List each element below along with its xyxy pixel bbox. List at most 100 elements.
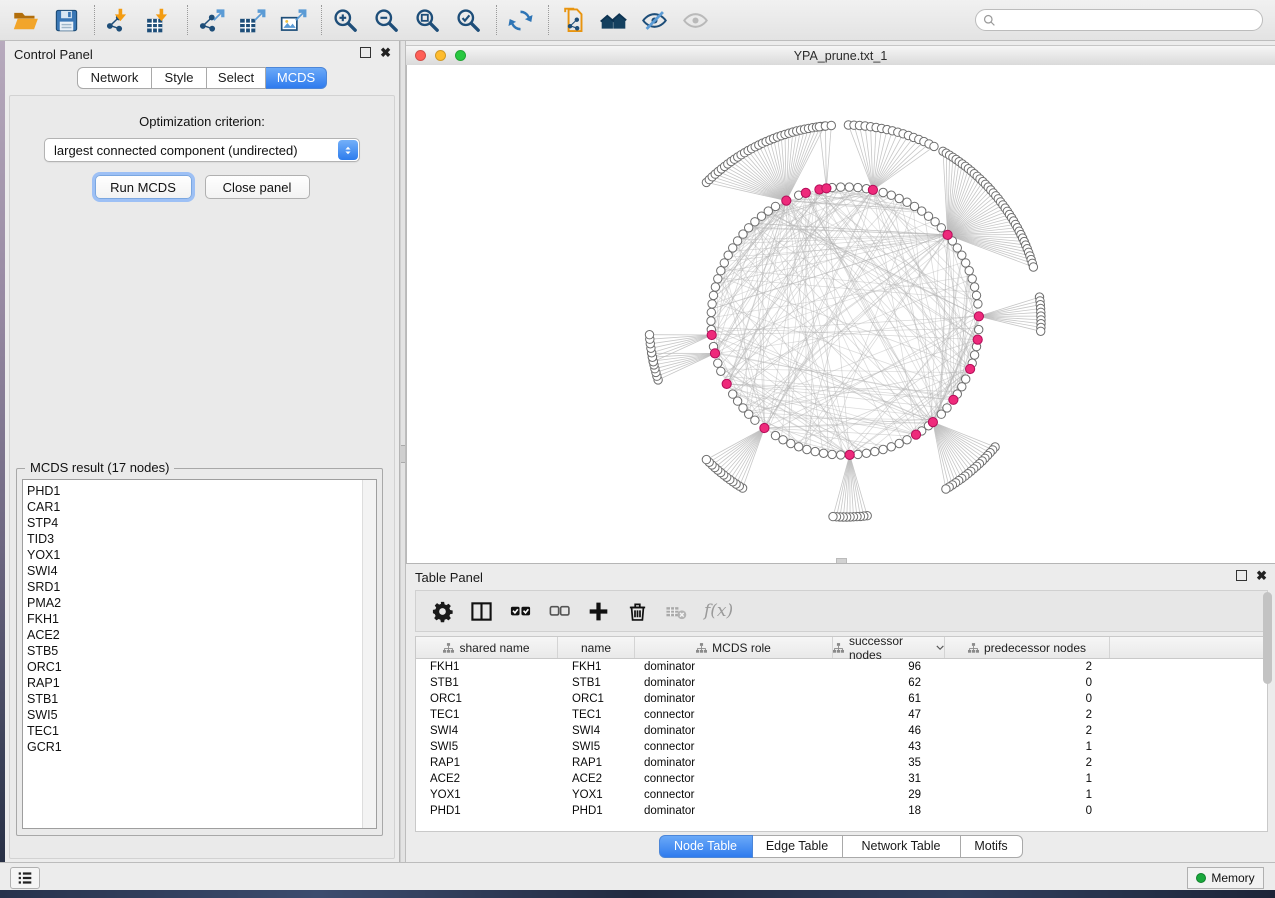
ring-node[interactable] xyxy=(968,275,976,283)
table-row[interactable]: YOX1YOX1connector291 xyxy=(416,787,1267,803)
ring-node[interactable] xyxy=(895,439,903,447)
mcds-hub-node[interactable] xyxy=(928,418,937,427)
ring-node[interactable] xyxy=(711,283,719,291)
splitter-grip-icon[interactable] xyxy=(401,445,405,463)
ring-node[interactable] xyxy=(837,451,845,459)
ring-node[interactable] xyxy=(975,325,983,333)
add-column-button[interactable] xyxy=(585,598,611,624)
export-image-button[interactable] xyxy=(278,5,308,35)
import-table-button[interactable] xyxy=(144,5,174,35)
mcds-hub-node[interactable] xyxy=(966,364,975,373)
result-node-item[interactable]: PMA2 xyxy=(27,595,376,611)
column-header-successor-nodes[interactable]: successor nodes xyxy=(833,637,945,658)
mcds-hub-node[interactable] xyxy=(943,230,952,239)
tab-mcds[interactable]: MCDS xyxy=(266,67,327,89)
ring-node[interactable] xyxy=(771,431,779,439)
close-icon[interactable]: ✖ xyxy=(380,47,391,58)
ring-node[interactable] xyxy=(803,445,811,453)
float-icon[interactable] xyxy=(1236,570,1247,581)
table-scrollbar-thumb[interactable] xyxy=(1263,592,1272,684)
table-scrollbar[interactable] xyxy=(1263,590,1273,750)
ring-node[interactable] xyxy=(958,251,966,259)
result-list-scrollbar[interactable] xyxy=(362,480,376,828)
result-node-item[interactable]: RAP1 xyxy=(27,675,376,691)
ring-node[interactable] xyxy=(717,367,725,375)
tab-edge-table[interactable]: Edge Table xyxy=(753,835,843,858)
close-icon[interactable]: ✖ xyxy=(1256,570,1267,581)
refresh-button[interactable] xyxy=(505,5,535,35)
leaf-node[interactable] xyxy=(645,331,653,339)
leaf-node[interactable] xyxy=(1037,327,1045,335)
result-node-item[interactable]: PHD1 xyxy=(27,483,376,499)
zoom-selected-button[interactable] xyxy=(453,5,483,35)
mcds-hub-node[interactable] xyxy=(710,349,719,358)
ring-node[interactable] xyxy=(845,183,853,191)
network-from-file-button[interactable] xyxy=(557,5,587,35)
ring-node[interactable] xyxy=(729,390,737,398)
tab-network-table[interactable]: Network Table xyxy=(843,835,961,858)
column-header-shared-name[interactable]: shared name xyxy=(416,637,558,658)
import-network-button[interactable] xyxy=(103,5,133,35)
result-node-item[interactable]: SRD1 xyxy=(27,579,376,595)
ring-node[interactable] xyxy=(779,436,787,444)
column-header-MCDS-role[interactable]: MCDS role xyxy=(635,637,833,658)
leaf-node[interactable] xyxy=(1029,263,1037,271)
mcds-hub-node[interactable] xyxy=(782,196,791,205)
ring-node[interactable] xyxy=(707,308,715,316)
column-header-name[interactable]: name xyxy=(558,637,635,658)
network-window-titlebar[interactable]: YPA_prune.txt_1 xyxy=(406,45,1275,66)
show-panels-button[interactable] xyxy=(598,5,628,35)
result-node-item[interactable]: GCR1 xyxy=(27,739,376,755)
ring-node[interactable] xyxy=(714,359,722,367)
ring-node[interactable] xyxy=(965,267,973,275)
mcds-hub-node[interactable] xyxy=(722,379,731,388)
result-node-item[interactable]: STB5 xyxy=(27,643,376,659)
ring-node[interactable] xyxy=(707,317,715,325)
delete-column-button[interactable] xyxy=(624,598,650,624)
columns-button[interactable] xyxy=(468,598,494,624)
tab-motifs[interactable]: Motifs xyxy=(961,835,1023,858)
leaf-node[interactable] xyxy=(827,121,835,129)
result-node-item[interactable]: YOX1 xyxy=(27,547,376,563)
ring-node[interactable] xyxy=(717,267,725,275)
leaf-node[interactable] xyxy=(702,455,710,463)
table-row[interactable]: ACE2ACE2connector311 xyxy=(416,771,1267,787)
result-node-item[interactable]: STB1 xyxy=(27,691,376,707)
mcds-hub-node[interactable] xyxy=(845,450,854,459)
open-file-button[interactable] xyxy=(10,5,40,35)
save-session-button[interactable] xyxy=(51,5,81,35)
mcds-hub-node[interactable] xyxy=(760,423,769,432)
search-input[interactable] xyxy=(1000,10,1262,30)
ring-node[interactable] xyxy=(887,191,895,199)
ring-node[interactable] xyxy=(771,202,779,210)
ring-node[interactable] xyxy=(854,183,862,191)
memory-button[interactable]: Memory xyxy=(1187,867,1264,889)
ring-node[interactable] xyxy=(879,188,887,196)
ring-node[interactable] xyxy=(937,410,945,418)
mcds-hub-node[interactable] xyxy=(974,312,983,321)
ring-node[interactable] xyxy=(879,445,887,453)
criterion-select[interactable]: largest connected component (undirected) xyxy=(44,138,360,162)
gear-button[interactable] xyxy=(429,598,455,624)
run-mcds-button[interactable]: Run MCDS xyxy=(95,175,192,199)
table-row[interactable]: ORC1ORC1dominator610 xyxy=(416,691,1267,707)
table-row[interactable]: PHD1PHD1dominator180 xyxy=(416,803,1267,819)
leaf-node[interactable] xyxy=(829,512,837,520)
mcds-hub-node[interactable] xyxy=(973,335,982,344)
ring-node[interactable] xyxy=(970,283,978,291)
ring-node[interactable] xyxy=(811,447,819,455)
ring-node[interactable] xyxy=(828,450,836,458)
ring-node[interactable] xyxy=(837,183,845,191)
ring-node[interactable] xyxy=(819,449,827,457)
table-row[interactable]: SWI5SWI5connector431 xyxy=(416,739,1267,755)
zoom-fit-button[interactable] xyxy=(412,5,442,35)
tab-network[interactable]: Network xyxy=(77,67,152,89)
result-node-item[interactable]: ACE2 xyxy=(27,627,376,643)
task-history-button[interactable] xyxy=(10,867,40,889)
mcds-hub-node[interactable] xyxy=(707,330,716,339)
ring-node[interactable] xyxy=(962,375,970,383)
result-node-item[interactable]: TID3 xyxy=(27,531,376,547)
ring-node[interactable] xyxy=(974,300,982,308)
table-row[interactable]: TEC1TEC1connector472 xyxy=(416,707,1267,723)
ring-node[interactable] xyxy=(903,436,911,444)
